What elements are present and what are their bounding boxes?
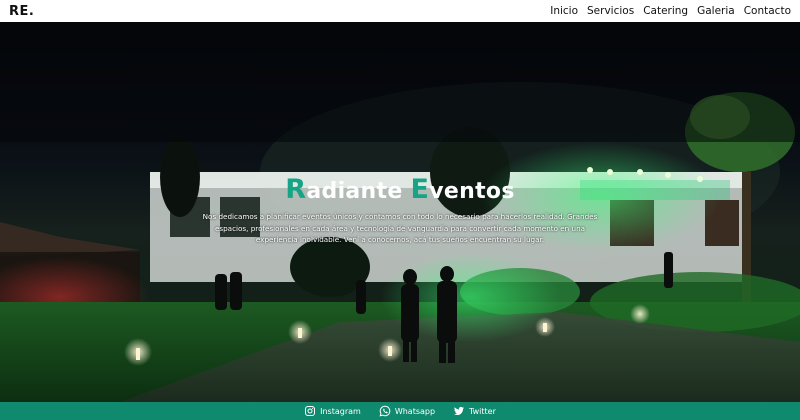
nav-inicio[interactable]: Inicio [550, 5, 578, 17]
brand-logo[interactable]: RE. [9, 4, 34, 19]
nav-galeria[interactable]: Galeria [697, 5, 735, 17]
title-word-rest-1: adiante [306, 179, 411, 204]
whatsapp-icon [379, 405, 391, 417]
title-word-rest-2: ventos [429, 179, 515, 204]
navbar: RE. Inicio Servicios Catering Galeria Co… [0, 0, 800, 22]
title-initial-r: R [285, 174, 307, 205]
whatsapp-label: Whatsapp [394, 406, 436, 416]
title-initial-e: E [410, 174, 430, 205]
twitter-label: Twitter [469, 406, 496, 416]
nav-contacto[interactable]: Contacto [744, 5, 791, 17]
hero-content: Radiante Eventos Nos dedicamos a planifi… [0, 174, 800, 246]
nav-catering[interactable]: Catering [643, 5, 688, 17]
nav-servicios[interactable]: Servicios [587, 5, 634, 17]
instagram-link[interactable]: Instagram [304, 405, 361, 417]
instagram-icon [305, 406, 316, 416]
hero-section: Radiante Eventos Nos dedicamos a planifi… [0, 22, 800, 402]
whatsapp-link[interactable]: Whatsapp [379, 405, 435, 417]
hero-title: Radiante Eventos [285, 174, 514, 205]
footer: Instagram Whatsapp Twitter [0, 402, 800, 420]
twitter-icon [454, 406, 465, 416]
hero-description: Nos dedicamos a planificar eventos único… [202, 212, 598, 244]
instagram-label: Instagram [320, 406, 361, 416]
twitter-link[interactable]: Twitter [453, 405, 496, 417]
main-nav: Inicio Servicios Catering Galeria Contac… [550, 5, 791, 17]
